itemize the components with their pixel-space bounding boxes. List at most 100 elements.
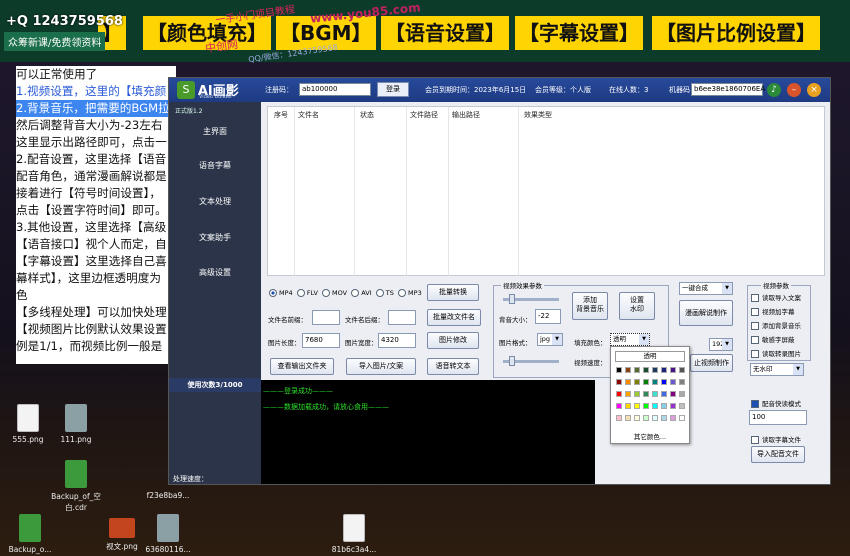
color-swatch[interactable] — [643, 403, 649, 409]
fill-color-select[interactable]: 透明 ▼ — [610, 333, 650, 346]
color-swatch[interactable] — [670, 379, 676, 385]
color-swatch[interactable] — [634, 391, 640, 397]
format-radio-mp4[interactable]: MP4 — [269, 289, 293, 297]
one-click-select[interactable]: 一键合成 ▼ — [679, 282, 733, 295]
desktop-icon-file[interactable]: Backup_of_空白.cdr — [48, 460, 104, 513]
color-swatch[interactable] — [679, 379, 685, 385]
opt-read-import[interactable]: 读取导入文案 — [751, 292, 801, 302]
log-console[interactable]: ———登录成功——— ———数据加载成功，请放心食用——— — [261, 380, 587, 484]
batch-convert-button[interactable]: 批量转换 — [427, 284, 479, 301]
color-swatch[interactable] — [652, 367, 658, 373]
file-table[interactable]: 序号 文件名 状态 文件路径 输出路径 效果类型 — [267, 106, 825, 277]
checkbox-icon — [751, 436, 759, 444]
sidebar-item-text-processing[interactable]: 文本处理 — [169, 196, 261, 207]
quick-voice-input[interactable]: 100 — [749, 410, 807, 425]
suffix-input[interactable] — [388, 310, 416, 325]
login-button[interactable]: 登录 — [377, 82, 409, 97]
desktop-icon-file[interactable]: Backup_o... — [2, 514, 58, 554]
batch-rename-button[interactable]: 批量改文件名 — [427, 309, 481, 326]
opt-add-subtitle[interactable]: 视频加字幕 — [751, 306, 795, 316]
color-swatch[interactable] — [679, 367, 685, 373]
console-scrollbar[interactable] — [587, 380, 595, 484]
color-swatch[interactable] — [625, 367, 631, 373]
title-bar: S AI画影 Video Builder 注册码： ab100000 登录 会员… — [169, 78, 830, 102]
view-output-folder-button[interactable]: 查看输出文件夹 — [270, 358, 334, 375]
color-swatch[interactable] — [616, 367, 622, 373]
close-icon[interactable]: × — [807, 83, 821, 97]
img-edit-button[interactable]: 图片修改 — [427, 332, 479, 349]
machine-code-input[interactable]: b6ee38e1860706EA — [691, 83, 765, 96]
color-swatch[interactable] — [661, 403, 667, 409]
color-swatch[interactable] — [643, 415, 649, 421]
format-radio-avi[interactable]: AVI — [351, 289, 372, 297]
watermark-select[interactable]: 无水印 ▼ — [750, 363, 804, 376]
minimize-icon[interactable]: – — [787, 83, 801, 97]
color-swatch[interactable] — [679, 403, 685, 409]
desktop-icon-file[interactable]: 111.png — [48, 404, 104, 444]
sidebar-item-copy-assistant[interactable]: 文案助手 — [169, 232, 261, 243]
opt-read-transcribe[interactable]: 读取转录图片 — [751, 348, 801, 358]
color-swatch[interactable] — [661, 415, 667, 421]
import-images-button[interactable]: 导入图片/文案 — [346, 358, 416, 375]
prefix-input[interactable] — [312, 310, 340, 325]
music-icon[interactable]: ♪ — [767, 83, 781, 97]
color-swatch[interactable] — [634, 367, 640, 373]
color-swatch[interactable] — [625, 379, 631, 385]
sidebar-item-voice-subtitle[interactable]: 语音字幕 — [169, 160, 261, 171]
resolution-select[interactable]: 1920*1080 ▼ — [709, 338, 733, 351]
color-swatch[interactable] — [625, 415, 631, 421]
sidebar-item-main[interactable]: 主界面 — [169, 126, 261, 137]
format-radio-mov[interactable]: MOV — [322, 289, 347, 297]
img-width-input[interactable]: 4320 — [378, 333, 416, 348]
color-swatch[interactable] — [643, 391, 649, 397]
img-length-input[interactable]: 7680 — [302, 333, 340, 348]
color-swatch[interactable] — [616, 391, 622, 397]
color-swatch[interactable] — [670, 367, 676, 373]
color-swatch[interactable] — [634, 403, 640, 409]
color-swatch[interactable] — [670, 403, 676, 409]
color-swatch[interactable] — [625, 391, 631, 397]
volume-slider-knob[interactable] — [509, 294, 515, 304]
format-radio-mp3[interactable]: MP3 — [398, 289, 422, 297]
color-swatch[interactable] — [661, 391, 667, 397]
color-swatch[interactable] — [652, 379, 658, 385]
color-swatch[interactable] — [616, 415, 622, 421]
color-swatch[interactable] — [661, 367, 667, 373]
more-colors-option[interactable]: 其它颜色... — [615, 431, 685, 441]
transparent-option[interactable]: 透明 — [615, 351, 685, 362]
reg-code-input[interactable]: ab100000 — [299, 83, 371, 96]
set-watermark-button[interactable]: 设置 水印 — [619, 292, 655, 320]
color-swatch[interactable] — [643, 367, 649, 373]
desktop-icon-file[interactable]: 63680116... — [140, 514, 196, 554]
color-swatch[interactable] — [670, 415, 676, 421]
bg-volume-input[interactable]: -22 — [535, 309, 561, 324]
color-swatch[interactable] — [661, 379, 667, 385]
format-radio-flv[interactable]: FLV — [296, 289, 318, 297]
tts-button[interactable]: 语音转文本 — [427, 358, 479, 375]
color-swatch[interactable] — [652, 403, 658, 409]
quick-voice-mode[interactable]: 配音快读模式 — [751, 398, 801, 408]
opt-add-bgm[interactable]: 添加背景音乐 — [751, 320, 801, 330]
color-swatch[interactable] — [616, 379, 622, 385]
color-swatch[interactable] — [634, 415, 640, 421]
color-swatch[interactable] — [634, 379, 640, 385]
sidebar-item-advanced[interactable]: 高级设置 — [169, 267, 261, 278]
color-swatch[interactable] — [643, 379, 649, 385]
stop-video-button[interactable]: 止视频制作 — [690, 354, 733, 372]
speed-slider-knob[interactable] — [509, 356, 515, 366]
img-format-select[interactable]: jpg ▼ — [537, 333, 563, 346]
format-radio-ts[interactable]: TS — [375, 289, 394, 297]
color-swatch[interactable] — [616, 403, 622, 409]
color-swatch[interactable] — [625, 403, 631, 409]
color-swatch[interactable] — [670, 391, 676, 397]
opt-sensitive-filter[interactable]: 敏感字屏蔽 — [751, 334, 795, 344]
import-voice-button[interactable]: 导入配音文件 — [751, 446, 805, 463]
color-swatch[interactable] — [679, 391, 685, 397]
color-swatch[interactable] — [679, 415, 685, 421]
color-swatch[interactable] — [652, 415, 658, 421]
opt-read-subtitle-file[interactable]: 读取字幕文件 — [751, 434, 801, 444]
desktop-icon-file[interactable]: 81b6c3a4... — [326, 514, 382, 554]
comic-commentary-button[interactable]: 漫画解说制作 — [679, 300, 733, 326]
color-swatch[interactable] — [652, 391, 658, 397]
add-bg-music-button[interactable]: 添加 背景音乐 — [572, 292, 608, 320]
